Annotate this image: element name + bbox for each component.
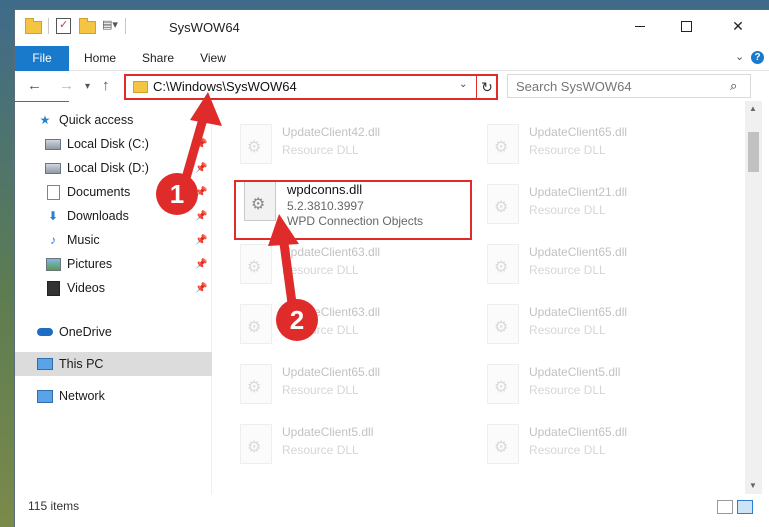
annotation-arrows (177, 92, 299, 323)
step-1-badge: 1 (156, 173, 198, 215)
step-2-badge: 2 (276, 299, 318, 341)
